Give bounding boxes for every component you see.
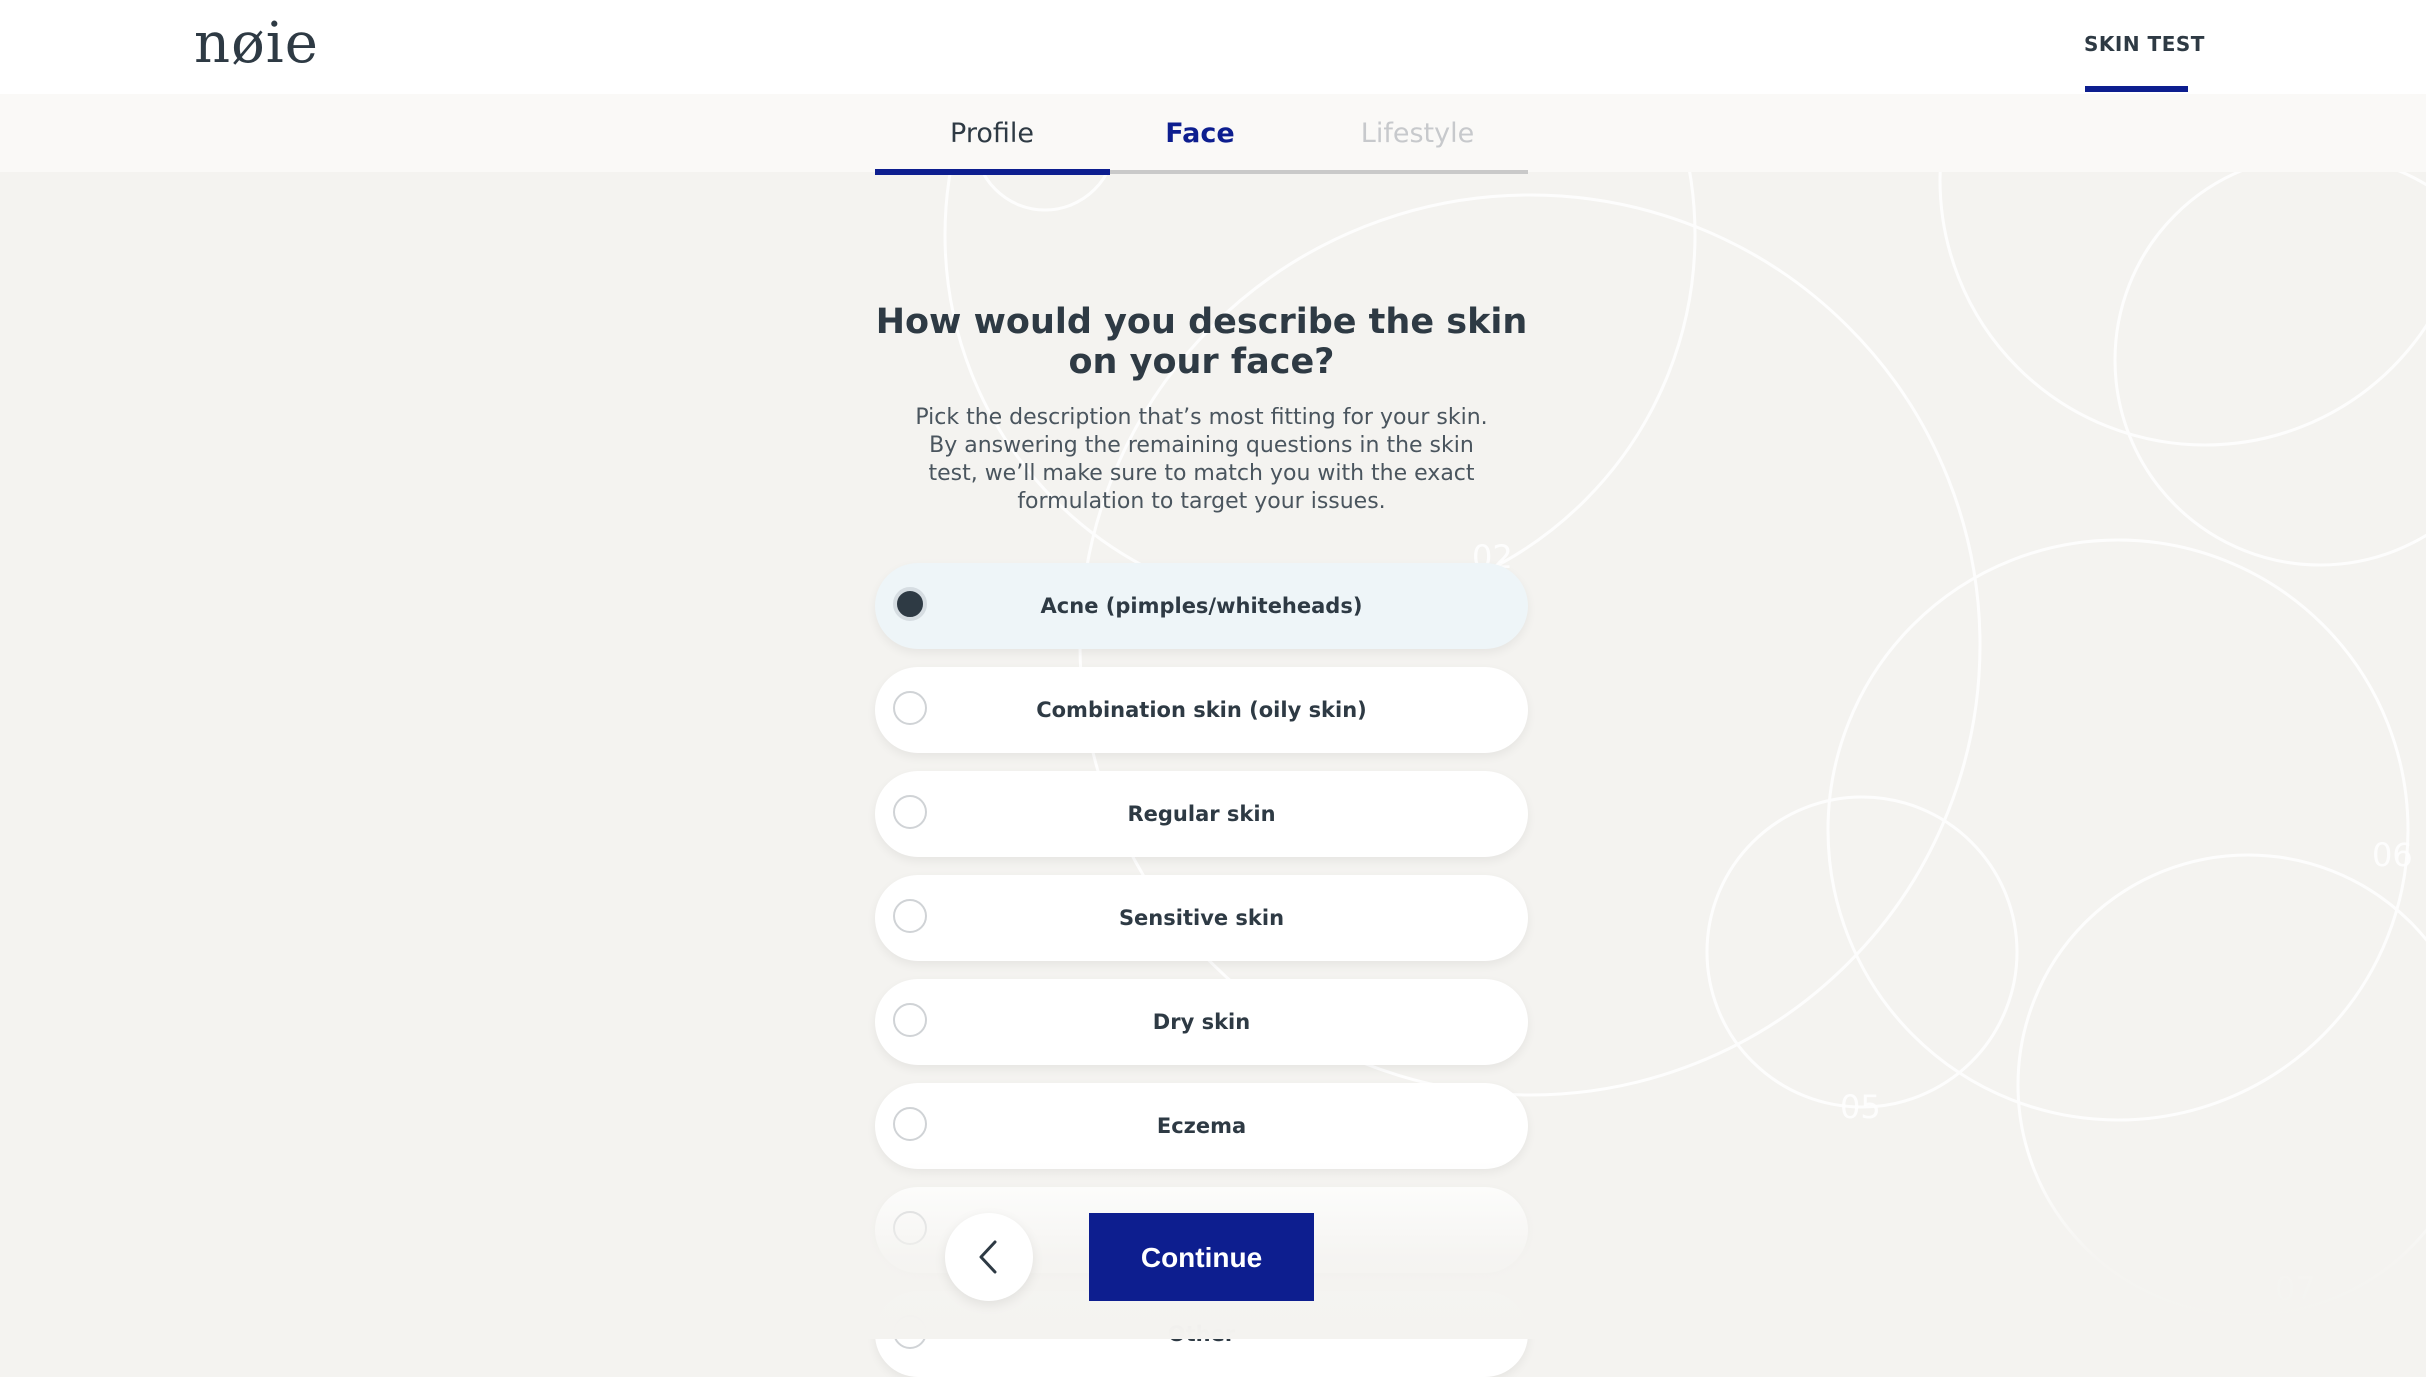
question-title-line: How would you describe the skin [875,302,1528,342]
tab-profile[interactable]: Profile [875,118,1109,149]
option-label: Regular skin [1127,802,1276,826]
tab-lifestyle[interactable]: Lifestyle [1291,118,1544,149]
step-tabs: Profile Face Lifestyle [0,94,2426,175]
option-combination-skin[interactable]: Combination skin (oily skin) [875,667,1528,753]
option-label: Eczema [1156,1114,1247,1138]
option-sensitive-skin[interactable]: Sensitive skin [875,875,1528,961]
progress-fill [875,169,1110,175]
continue-button[interactable]: Continue [1089,1213,1314,1301]
question-description: Pick the description that’s most fitting… [905,404,1498,516]
chevron-left-icon [979,1240,997,1274]
option-eczema[interactable]: Eczema [875,1083,1528,1169]
site-header: nøie SKIN TEST [0,0,2426,94]
radio-button[interactable] [893,1211,927,1245]
option-label: Dry skin [1152,1010,1251,1034]
description-line: By answering the remaining questions in … [929,433,1474,458]
bg-number: 05 [1840,1088,1881,1126]
bg-number: 07 [2275,1270,2316,1308]
option-dry-skin[interactable]: Dry skin [875,979,1528,1065]
option-other[interactable]: Other [875,1291,1528,1377]
tab-face[interactable]: Face [1109,118,1291,149]
noie-logo[interactable]: nøie [194,6,319,82]
option-label: Combination skin (oily skin) [1036,698,1367,722]
description-line: formulation to target your issues. [1017,489,1386,514]
option-label: Other [1167,1322,1236,1346]
skin-test-active-indicator [2085,86,2188,92]
back-button[interactable] [945,1213,1033,1301]
option-label: Acne (pimples/whiteheads) [1040,594,1363,618]
bg-number: 06 [2372,836,2413,874]
description-line: test, we’ll make sure to match you with … [928,461,1475,486]
option-regular-skin[interactable]: Regular skin [875,771,1528,857]
question-title: How would you describe the skin on your … [875,302,1528,382]
description-line: Pick the description that’s most fitting… [915,405,1488,430]
option-acne[interactable]: Acne (pimples/whiteheads) [875,563,1528,649]
option-label: Sensitive skin [1118,906,1285,930]
question-title-line: on your face? [1068,342,1335,382]
skin-test-nav-link[interactable]: SKIN TEST [2084,32,2205,56]
